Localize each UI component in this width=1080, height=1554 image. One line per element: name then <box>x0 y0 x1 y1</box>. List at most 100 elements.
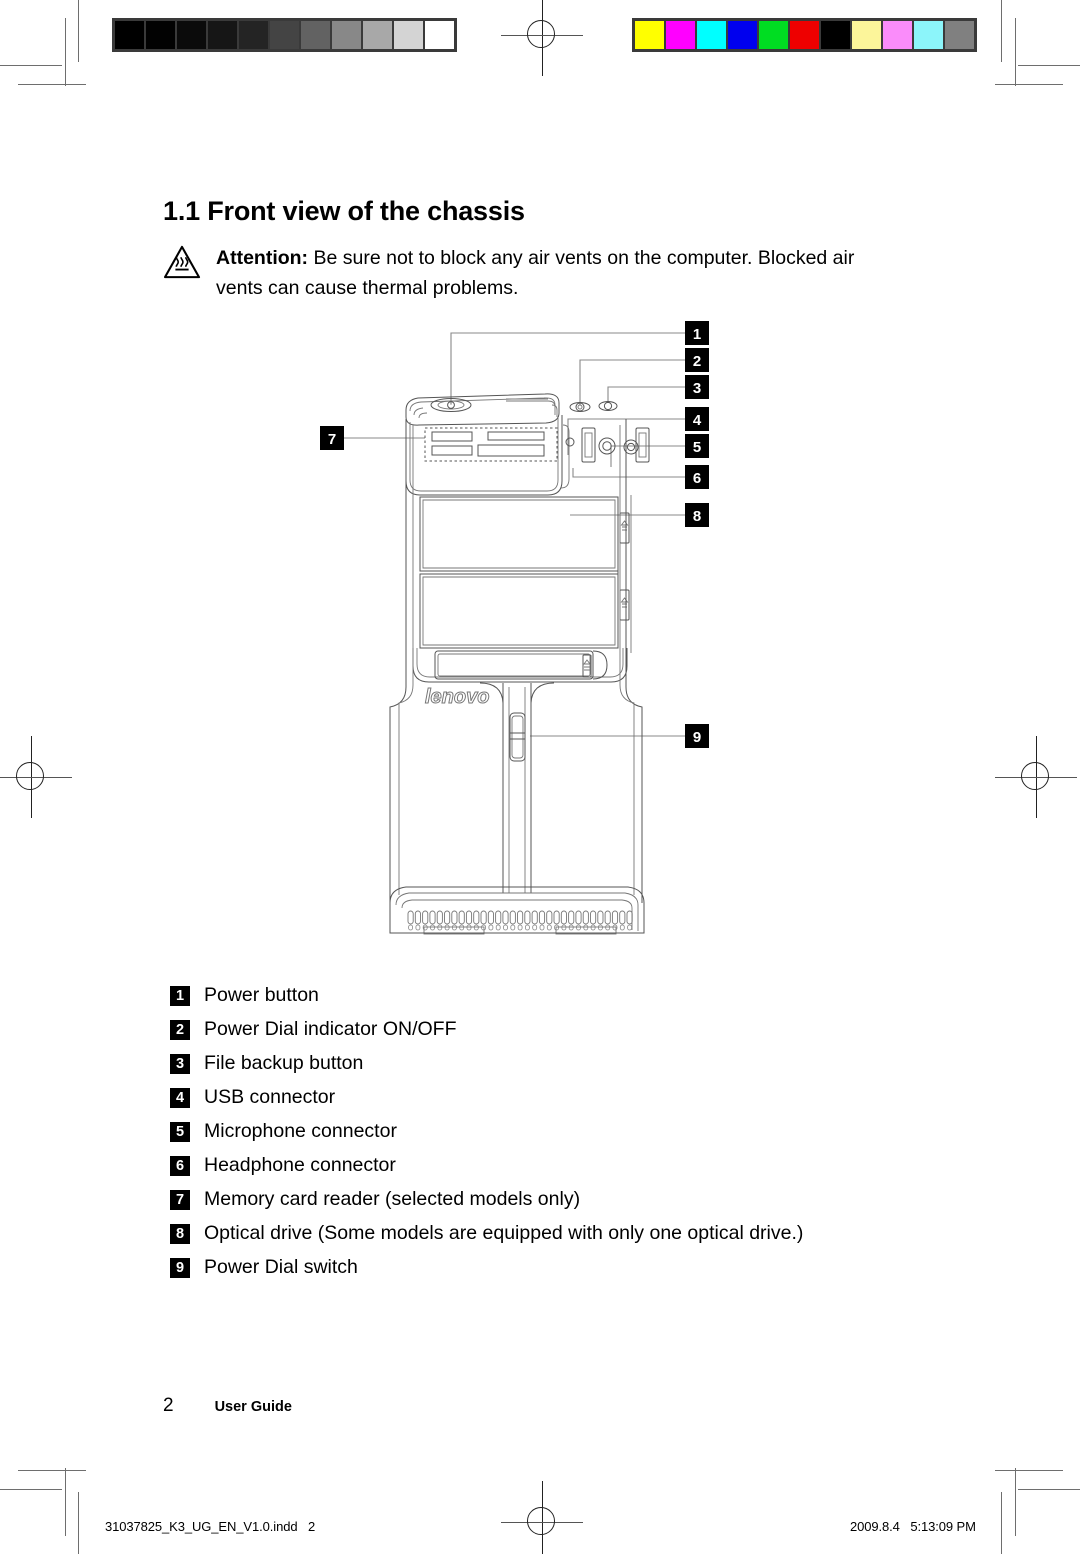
attention-notice: Attention: Be sure not to block any air … <box>163 243 883 303</box>
lenovo-logo: lenovo <box>425 686 490 709</box>
legend-label: Headphone connector <box>204 1154 396 1176</box>
registration-mark-right-middle <box>995 736 1077 818</box>
color-swatch-6 <box>820 20 851 50</box>
crop-mark-bottom-left-inner-horizontal <box>18 1470 86 1471</box>
grayscale-swatch-5 <box>269 20 300 50</box>
crop-mark-bottom-left-inner-vertical <box>65 1468 66 1536</box>
legend-number-badge: 4 <box>170 1088 190 1108</box>
legend-label: Power Dial switch <box>204 1256 358 1278</box>
page-title: 1.1 Front view of the chassis <box>163 196 525 227</box>
legend-label: Power button <box>204 984 319 1006</box>
chassis-base-vents <box>389 886 645 935</box>
page-number: 2 <box>163 1395 174 1416</box>
attention-body: Be sure not to block any air vents on th… <box>216 247 855 299</box>
color-swatch-10 <box>944 20 975 50</box>
legend-label: File backup button <box>204 1052 364 1074</box>
hot-surface-warning-icon <box>163 245 201 279</box>
crop-mark-top-right-vertical <box>1001 0 1002 62</box>
attention-label: Attention: <box>216 247 309 269</box>
legend-number-badge: 9 <box>170 1258 190 1278</box>
print-filename: 31037825_K3_UG_EN_V1.0.indd 2 <box>105 1519 316 1534</box>
attention-text: Attention: Be sure not to block any air … <box>216 243 883 303</box>
legend-item-3: 3 File backup button <box>170 1051 970 1085</box>
legend-number-badge: 8 <box>170 1224 190 1244</box>
color-swatch-4 <box>758 20 789 50</box>
svg-text:9: 9 <box>693 729 701 746</box>
crop-mark-top-left-vertical <box>78 0 79 62</box>
crop-mark-top-right-inner-vertical <box>1015 18 1016 86</box>
crop-mark-top-left-inner-horizontal <box>18 84 86 85</box>
lower-bay-graphic <box>412 648 628 683</box>
legend-item-9: 9 Power Dial switch <box>170 1255 970 1289</box>
legend-label: Memory card reader (selected models only… <box>204 1188 581 1210</box>
grayscale-swatch-4 <box>238 20 269 50</box>
crop-mark-bottom-left-horizontal <box>0 1489 62 1490</box>
callout-box-3: 3 <box>685 375 709 399</box>
legend-label: USB connector <box>204 1086 336 1108</box>
svg-text:2: 2 <box>693 353 701 370</box>
color-swatch-3 <box>727 20 758 50</box>
grayscale-swatch-1 <box>145 20 176 50</box>
legend-number-badge: 2 <box>170 1020 190 1040</box>
callout-box-8: 8 <box>685 503 709 527</box>
svg-text:7: 7 <box>328 431 336 448</box>
color-swatch-1 <box>665 20 696 50</box>
legend-item-8: 8 Optical drive (Some models are equipped… <box>170 1221 970 1255</box>
document-page: 1.1 Front view of the chassis Attention:… <box>0 0 1080 1554</box>
svg-text:3: 3 <box>693 380 701 397</box>
svg-text:4: 4 <box>693 412 702 429</box>
callout-box-4: 4 <box>685 407 709 431</box>
usb-connector-graphic <box>581 427 650 463</box>
grayscale-swatch-9 <box>393 20 424 50</box>
legend-number-badge: 7 <box>170 1190 190 1210</box>
grayscale-calibration-bar <box>112 18 457 52</box>
callout-legend-list: 1 Power button 2 Power Dial indicator ON/OF… <box>170 983 970 1289</box>
grayscale-swatch-6 <box>300 20 331 50</box>
grayscale-swatch-3 <box>207 20 238 50</box>
callout-box-1: 1 <box>685 321 709 345</box>
chassis-front-view-diagram: .ln { fill:none; stroke:#555; stroke-wid… <box>320 315 740 965</box>
crop-mark-top-left-inner-vertical <box>65 18 66 86</box>
legend-number-badge: 6 <box>170 1156 190 1176</box>
legend-item-6: 6 Headphone connector <box>170 1153 970 1187</box>
color-swatch-8 <box>882 20 913 50</box>
crop-mark-bottom-left-vertical <box>78 1492 79 1554</box>
legend-number-badge: 1 <box>170 986 190 1006</box>
grayscale-swatch-2 <box>176 20 207 50</box>
svg-text:6: 6 <box>693 470 701 487</box>
chassis-front-face <box>405 415 570 496</box>
svg-text:8: 8 <box>693 508 701 525</box>
registration-mark-top-center <box>501 0 583 76</box>
chassis-diagram-svg: .ln { fill:none; stroke:#555; stroke-wid… <box>320 321 709 935</box>
callout-box-6: 6 <box>685 465 709 489</box>
svg-text:lenovo: lenovo <box>425 686 489 708</box>
crop-mark-bottom-right-vertical <box>1001 1492 1002 1554</box>
print-timestamp: 2009.8.4 5:13:09 PM <box>850 1519 976 1534</box>
grayscale-swatch-0 <box>114 20 145 50</box>
top-bezel-vent-slots <box>506 398 548 402</box>
page-footer: 2 User Guide <box>163 1395 292 1417</box>
callout-box-7: 7 <box>320 426 344 450</box>
callout-box-9: 9 <box>685 724 709 748</box>
power-dial-switch-graphic <box>509 712 526 762</box>
crop-mark-top-right-inner-horizontal <box>995 84 1063 85</box>
color-swatch-5 <box>789 20 820 50</box>
legend-label: Microphone connector <box>204 1120 397 1142</box>
registration-mark-left-middle <box>0 736 72 818</box>
legend-label: Power Dial indicator ON/OFF <box>204 1018 457 1040</box>
color-calibration-bar <box>632 18 977 52</box>
guide-title: User Guide <box>214 1399 292 1415</box>
color-swatch-7 <box>851 20 882 50</box>
legend-item-5: 5 Microphone connector <box>170 1119 970 1153</box>
legend-number-badge: 5 <box>170 1122 190 1142</box>
legend-label: Optical drive (Some models are equipped … <box>204 1222 804 1244</box>
legend-item-2: 2 Power Dial indicator ON/OFF <box>170 1017 970 1051</box>
legend-item-4: 4 USB connector <box>170 1085 970 1119</box>
grayscale-swatch-10 <box>424 20 455 50</box>
svg-text:1: 1 <box>693 326 701 343</box>
optical-drive-bays-graphic <box>419 495 632 653</box>
legend-item-1: 1 Power button <box>170 983 970 1017</box>
crop-mark-bottom-right-inner-vertical <box>1015 1468 1016 1536</box>
chassis-tower-body <box>389 419 643 903</box>
callout-box-2: 2 <box>685 348 709 372</box>
